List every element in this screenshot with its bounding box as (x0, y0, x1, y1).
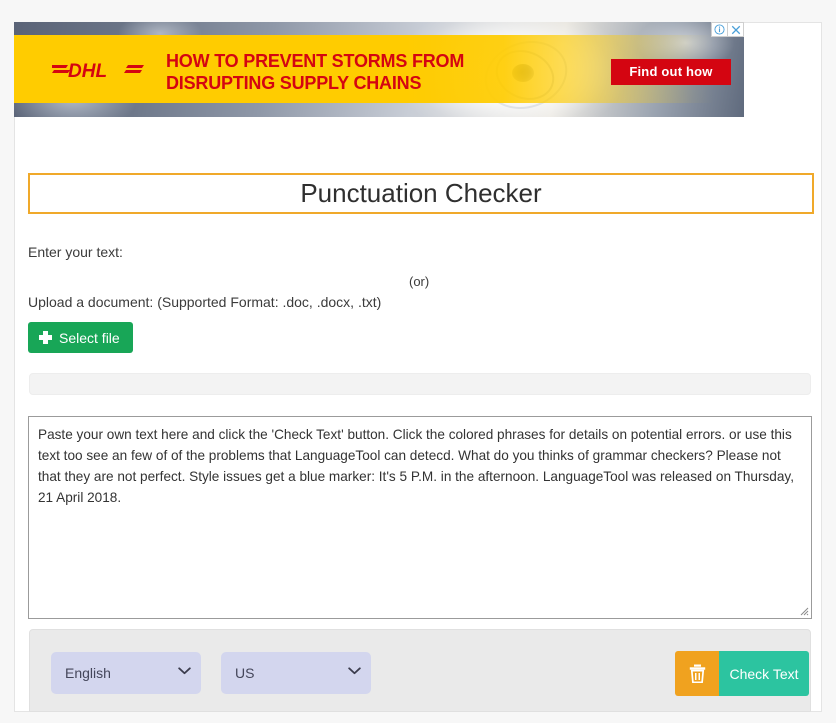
upload-progress-bar (29, 373, 811, 395)
clear-text-button[interactable] (675, 651, 719, 696)
plus-icon (39, 331, 52, 344)
ad-headline-line1: HOW TO PREVENT STORMS FROM (166, 51, 465, 71)
language-select[interactable]: English (51, 652, 201, 694)
page-title-box: Punctuation Checker (28, 173, 814, 214)
ad-cta-button[interactable]: Find out how (611, 59, 731, 85)
select-file-button[interactable]: Select file (28, 322, 133, 353)
ad-headline-line2: DISRUPTING SUPPLY CHAINS (166, 73, 422, 93)
ad-controls (711, 22, 744, 37)
editor-footer-toolbar: English US Check Text (29, 629, 811, 712)
enter-text-label: Enter your text: (28, 244, 123, 260)
advertisement-banner[interactable]: DHL HOW TO PREVENT STORMS FROM DISRUPTIN… (14, 22, 744, 117)
dhl-logo: DHL (52, 61, 144, 81)
page-title: Punctuation Checker (300, 178, 542, 208)
or-separator-label: (or) (409, 274, 430, 289)
upload-document-label: Upload a document: (Supported Format: .d… (28, 294, 382, 310)
info-circle-icon[interactable] (712, 23, 727, 36)
close-x-icon[interactable] (727, 23, 743, 36)
text-input-area[interactable] (28, 416, 812, 619)
check-text-button[interactable]: Check Text (719, 651, 809, 696)
ad-headline: HOW TO PREVENT STORMS FROM DISRUPTING SU… (166, 50, 496, 94)
variant-select[interactable]: US (221, 652, 371, 694)
trash-icon (689, 664, 705, 683)
select-file-label: Select file (59, 329, 120, 346)
svg-text:DHL: DHL (68, 61, 107, 81)
